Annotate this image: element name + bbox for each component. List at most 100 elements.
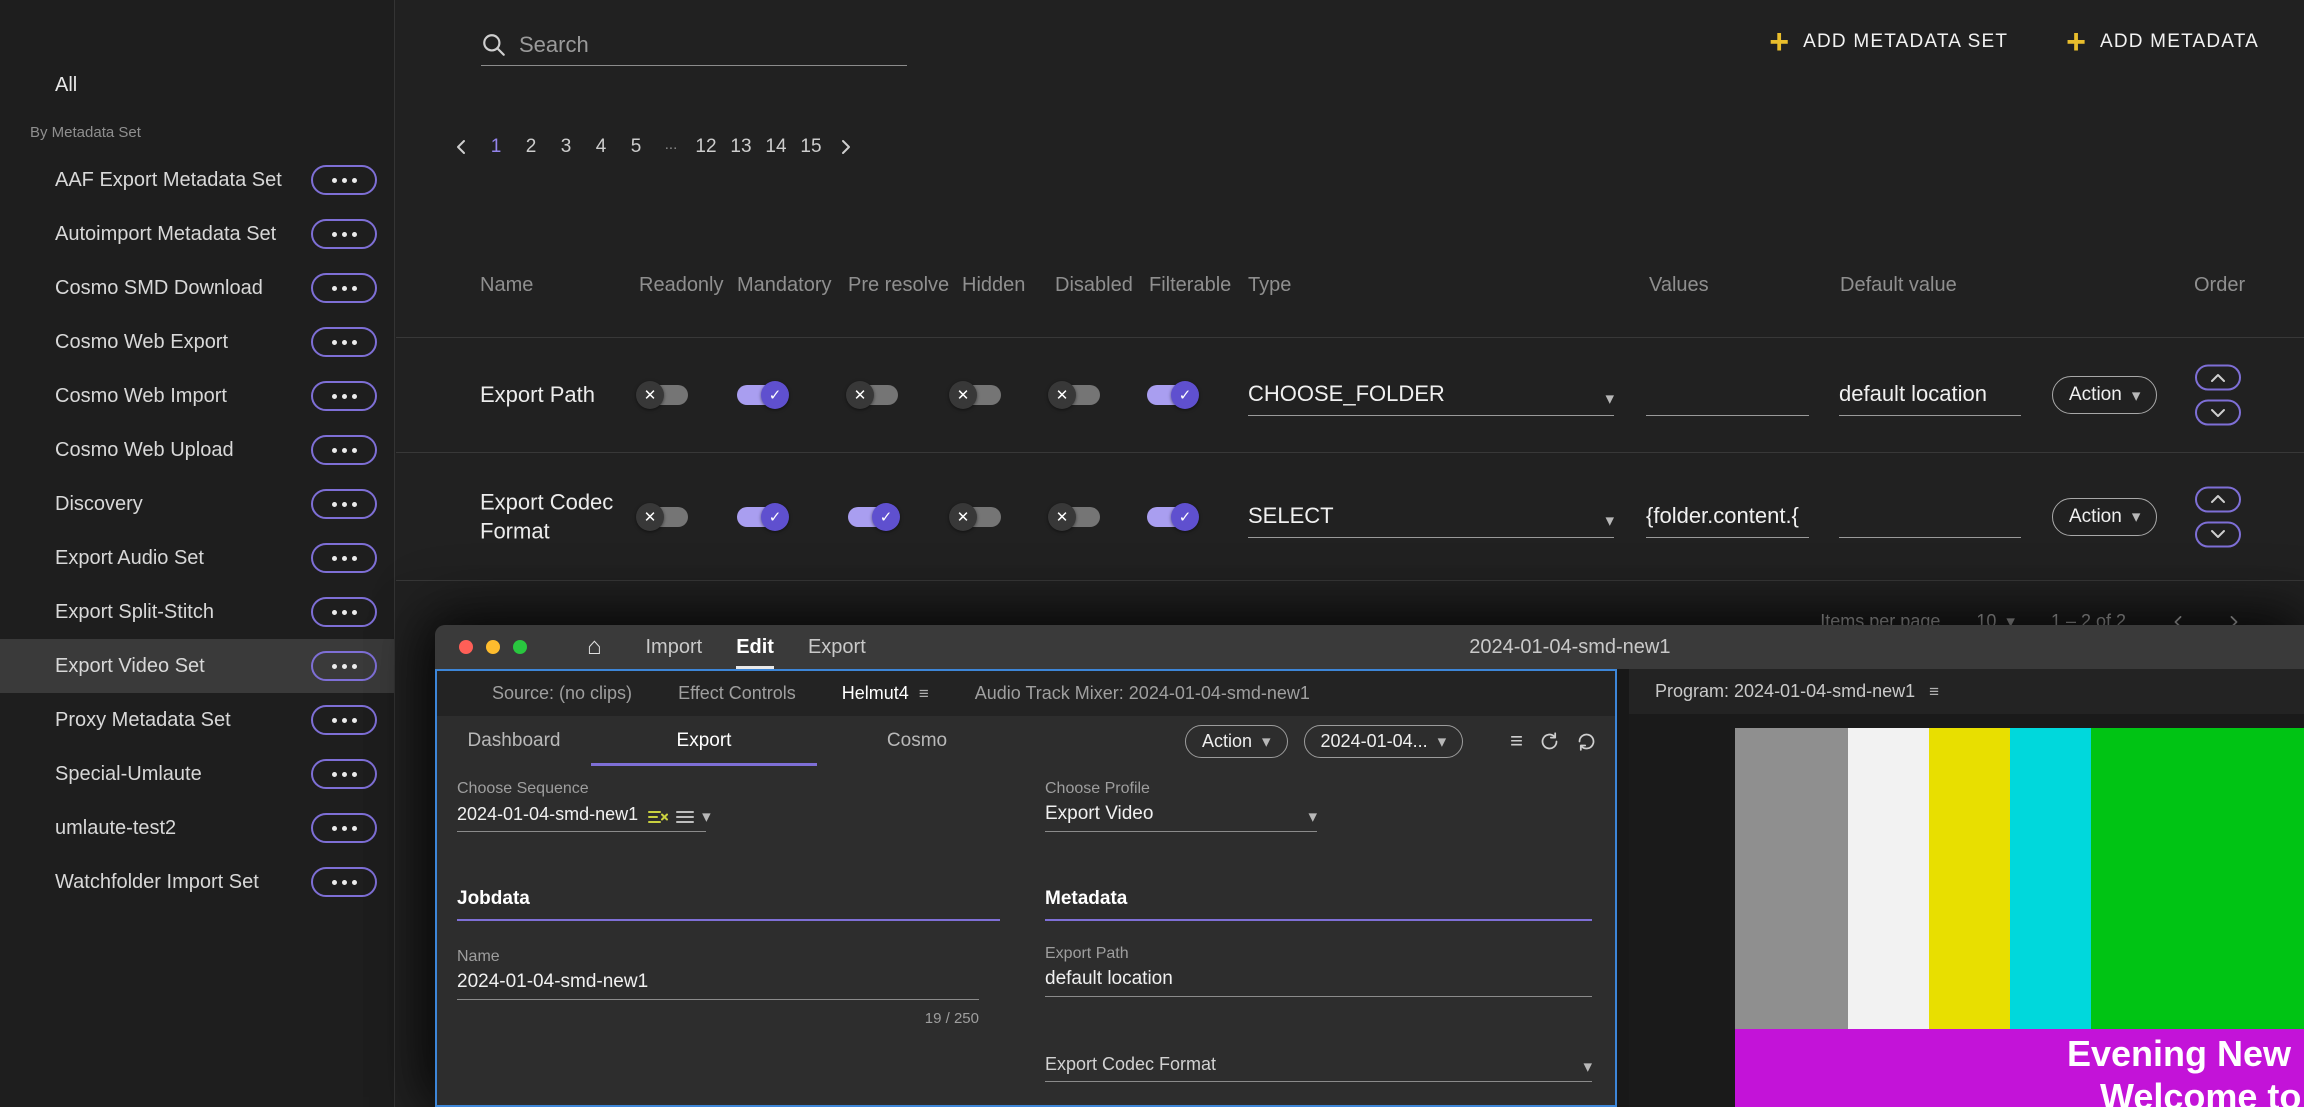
readonly-toggle[interactable] <box>638 385 688 405</box>
sidebar-item-all[interactable]: All <box>0 62 394 108</box>
panel-tab-audio-track-mixer[interactable]: Audio Track Mixer: 2024-01-04-smd-new1 <box>975 683 1310 704</box>
item-menu-button[interactable] <box>311 759 377 789</box>
item-menu-button[interactable] <box>311 435 377 465</box>
preset-dropdown-button[interactable]: 2024-01-04... ▾ <box>1304 725 1464 758</box>
search-icon <box>481 32 507 58</box>
item-menu-button[interactable] <box>311 597 377 627</box>
dropdown-caret-icon: ▾ <box>2132 508 2141 525</box>
mandatory-toggle[interactable] <box>737 385 787 405</box>
search-input[interactable] <box>519 32 907 58</box>
pagination-page[interactable]: 4 <box>588 136 614 158</box>
zoom-window-button[interactable] <box>513 640 527 654</box>
sequence-field[interactable]: 2024-01-04-smd-new1 ▾ <box>457 800 706 832</box>
select-sequence-icon[interactable] <box>676 810 694 824</box>
sidebar-item[interactable]: Watchfolder Import Set <box>0 855 394 909</box>
item-menu-button[interactable] <box>311 273 377 303</box>
menu-icon[interactable]: ≡ <box>1510 730 1523 752</box>
close-window-button[interactable] <box>459 640 473 654</box>
sidebar-item[interactable]: Export Video Set <box>0 639 394 693</box>
export-path-field[interactable]: default location <box>1045 965 1592 997</box>
type-select[interactable]: CHOOSE_FOLDER▾ <box>1248 374 1614 416</box>
readonly-toggle[interactable] <box>638 507 688 527</box>
panel-menu-icon[interactable]: ≡ <box>919 684 929 704</box>
move-up-button[interactable] <box>2195 486 2241 512</box>
add-metadata-set-button[interactable]: + ADD METADATA SET <box>1769 28 2008 56</box>
action-button[interactable]: Action▾ <box>2052 498 2157 536</box>
disabled-toggle[interactable] <box>1050 385 1100 405</box>
tab-export[interactable]: Export <box>591 716 817 766</box>
item-menu-button[interactable] <box>311 489 377 519</box>
name-field[interactable] <box>457 968 979 1000</box>
panel-tab-helmut4[interactable]: Helmut4 ≡ <box>842 683 929 704</box>
move-up-button[interactable] <box>2195 365 2241 391</box>
pagination-page[interactable]: 13 <box>728 136 754 158</box>
tab-cosmo[interactable]: Cosmo <box>817 716 1017 766</box>
values-field[interactable]: {folder.content.{ <box>1646 496 1809 538</box>
pagination-page[interactable]: 3 <box>553 136 579 158</box>
hidden-toggle[interactable] <box>951 385 1001 405</box>
refresh-icon[interactable] <box>1539 731 1560 752</box>
filterable-toggle[interactable] <box>1147 507 1197 527</box>
item-menu-button[interactable] <box>311 705 377 735</box>
panel-tab-effect-controls[interactable]: Effect Controls <box>678 683 796 704</box>
sidebar-item[interactable]: AAF Export Metadata Set <box>0 153 394 207</box>
sidebar-item[interactable]: Cosmo SMD Download <box>0 261 394 315</box>
hidden-toggle[interactable] <box>951 507 1001 527</box>
panel-menu-icon[interactable]: ≡ <box>1929 682 1939 702</box>
home-icon[interactable]: ⌂ <box>587 635 602 659</box>
tab-export[interactable]: Export <box>808 625 866 669</box>
sidebar-item[interactable]: Cosmo Web Import <box>0 369 394 423</box>
sync-icon[interactable] <box>1576 731 1597 752</box>
mandatory-toggle[interactable] <box>737 507 787 527</box>
item-menu-button[interactable] <box>311 327 377 357</box>
name-input[interactable] <box>457 971 979 993</box>
action-dropdown-button[interactable]: Action ▾ <box>1185 725 1288 758</box>
export-codec-format-select[interactable]: Export Codec Format ▾ <box>1045 1044 1592 1082</box>
search-box[interactable] <box>481 24 907 66</box>
sidebar-item[interactable]: Autoimport Metadata Set <box>0 207 394 261</box>
sidebar-item[interactable]: Cosmo Web Export <box>0 315 394 369</box>
tab-dashboard[interactable]: Dashboard <box>437 716 591 766</box>
item-menu-button[interactable] <box>311 813 377 843</box>
item-menu-button[interactable] <box>311 651 377 681</box>
tab-import[interactable]: Import <box>646 625 703 669</box>
item-menu-button[interactable] <box>311 219 377 249</box>
tab-edit[interactable]: Edit <box>736 625 774 669</box>
sidebar-item[interactable]: umlaute-test2 <box>0 801 394 855</box>
pagination-prev-button[interactable] <box>448 134 474 160</box>
action-button[interactable]: Action▾ <box>2052 376 2157 414</box>
pre-resolve-toggle[interactable] <box>848 385 898 405</box>
move-down-button[interactable] <box>2195 400 2241 426</box>
pagination-page[interactable]: 5 <box>623 136 649 158</box>
sidebar-item[interactable]: Special-Umlaute <box>0 747 394 801</box>
pagination-page[interactable]: 12 <box>693 136 719 158</box>
pagination-page[interactable]: 14 <box>763 136 789 158</box>
sidebar-item[interactable]: Cosmo Web Upload <box>0 423 394 477</box>
pagination-page[interactable]: 15 <box>798 136 824 158</box>
filterable-toggle[interactable] <box>1147 385 1197 405</box>
move-down-button[interactable] <box>2195 521 2241 547</box>
item-menu-button[interactable] <box>311 867 377 897</box>
pagination-page[interactable]: 2 <box>518 136 544 158</box>
add-metadata-button[interactable]: + ADD METADATA <box>2066 28 2259 56</box>
sidebar-item[interactable]: Export Split-Stitch <box>0 585 394 639</box>
default-value-field[interactable]: default location <box>1839 374 2021 416</box>
clear-sequence-icon[interactable] <box>648 809 668 825</box>
item-menu-button[interactable] <box>311 381 377 411</box>
panel-tab-source[interactable]: Source: (no clips) <box>492 683 632 704</box>
item-menu-button[interactable] <box>311 165 377 195</box>
sidebar-item[interactable]: Proxy Metadata Set <box>0 693 394 747</box>
values-field[interactable] <box>1646 374 1809 416</box>
type-select[interactable]: SELECT▾ <box>1248 496 1614 538</box>
disabled-toggle[interactable] <box>1050 507 1100 527</box>
pre-resolve-toggle[interactable] <box>848 507 898 527</box>
pagination-next-button[interactable] <box>833 134 859 160</box>
profile-select[interactable]: Export Video ▾ <box>1045 800 1317 832</box>
sidebar-item[interactable]: Discovery <box>0 477 394 531</box>
item-menu-button[interactable] <box>311 543 377 573</box>
minimize-window-button[interactable] <box>486 640 500 654</box>
default-value-field[interactable] <box>1839 496 2021 538</box>
pagination-page[interactable]: 1 <box>483 136 509 158</box>
sidebar-item[interactable]: Export Audio Set <box>0 531 394 585</box>
program-tab-label[interactable]: Program: 2024-01-04-smd-new1 <box>1655 681 1915 702</box>
